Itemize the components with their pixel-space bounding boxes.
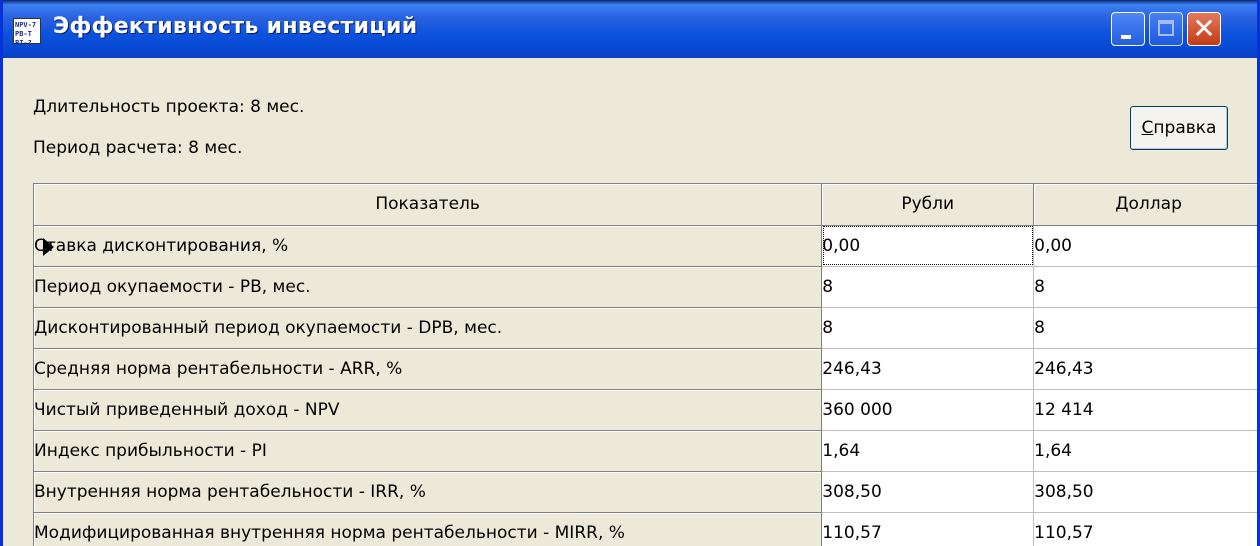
table-row[interactable]: Чистый приведенный доход - NPV 360 000 1… [34, 389, 1257, 431]
indicator-name: Средняя норма рентабельности - ARR, % [34, 358, 403, 379]
dollar-cell[interactable]: 8 [1033, 266, 1257, 308]
row-indicator-cell: Ставка дисконтирования, % [34, 225, 823, 267]
table-row[interactable]: Модифицированная внутренняя норма рентаб… [34, 512, 1257, 546]
project-duration-label: Длительность проекта: 8 мес. [33, 97, 305, 117]
dollar-cell[interactable]: 1,64 [1033, 430, 1257, 472]
close-button[interactable]: ✕ [1187, 12, 1221, 46]
column-header-indicator[interactable]: Показатель [34, 184, 823, 226]
dollar-cell[interactable]: 308,50 [1033, 471, 1257, 513]
maximize-button[interactable] [1149, 12, 1183, 46]
column-header-rubles[interactable]: Рубли [821, 184, 1035, 226]
table-row[interactable]: Ставка дисконтирования, % 0,00 0,00 [34, 225, 1257, 267]
dollar-cell[interactable]: 110,57 [1033, 512, 1257, 546]
row-indicator-cell: Модифицированная внутренняя норма рентаб… [34, 512, 823, 546]
rubles-cell[interactable]: 308,50 [821, 471, 1035, 513]
row-indicator-cell: Чистый приведенный доход - NPV [34, 389, 823, 431]
dollar-cell[interactable]: 0,00 [1033, 225, 1257, 267]
indicator-name: Индекс прибыльности - PI [34, 440, 267, 461]
row-indicator-cell: Средняя норма рентабельности - ARR, % [34, 348, 823, 390]
indicator-name: Дисконтированный период окупаемости - DP… [34, 317, 503, 338]
rubles-cell[interactable]: 0,00 [821, 225, 1035, 267]
investment-efficiency-window: NPV-7 PB-T PI-? Эффективность инвестиций ✕… [0, 0, 1260, 546]
row-indicator-cell: Дисконтированный период окупаемости - DP… [34, 307, 823, 349]
rubles-cell[interactable]: 246,43 [821, 348, 1035, 390]
current-row-arrow-icon [43, 237, 54, 256]
help-button[interactable]: Справка [1130, 106, 1228, 150]
rubles-cell[interactable]: 8 [821, 266, 1035, 308]
help-button-label: правка [1153, 118, 1217, 138]
table-row[interactable]: Средняя норма рентабельности - ARR, % 24… [34, 348, 1257, 390]
rubles-cell[interactable]: 110,57 [821, 512, 1035, 546]
table-row[interactable]: Внутренняя норма рентабельности - IRR, %… [34, 471, 1257, 513]
minimize-button[interactable] [1111, 12, 1145, 46]
rubles-cell[interactable]: 1,64 [821, 430, 1035, 472]
row-indicator-cell: Внутренняя норма рентабельности - IRR, % [34, 471, 823, 513]
calculation-period-label: Период расчета: 8 мес. [33, 138, 243, 158]
table-row[interactable]: Период окупаемости - PB, мес. 8 8 [34, 266, 1257, 308]
maximize-icon [1158, 20, 1174, 36]
header-row: Показатель Рубли Доллар [34, 184, 1257, 226]
indicators-table: Показатель Рубли Доллар Ставка дисконтир… [34, 184, 1257, 546]
indicators-grid[interactable]: Показатель Рубли Доллар Ставка дисконтир… [33, 183, 1257, 546]
close-icon: ✕ [1192, 12, 1216, 45]
rubles-cell[interactable]: 8 [821, 307, 1035, 349]
table-row[interactable]: Индекс прибыльности - PI 1,64 1,64 [34, 430, 1257, 472]
dollar-cell[interactable]: 12 414 [1033, 389, 1257, 431]
column-header-dollar[interactable]: Доллар [1033, 184, 1257, 226]
table-row[interactable]: Дисконтированный период окупаемости - DP… [34, 307, 1257, 349]
indicator-name: Модифицированная внутренняя норма рентаб… [34, 522, 625, 543]
title-bar[interactable]: NPV-7 PB-T PI-? Эффективность инвестиций ✕ [3, 0, 1257, 58]
indicator-name: Чистый приведенный доход - NPV [34, 399, 340, 420]
help-button-accel: С [1141, 118, 1154, 138]
indicator-name: Внутренняя норма рентабельности - IRR, % [34, 481, 426, 502]
dollar-cell[interactable]: 8 [1033, 307, 1257, 349]
indicator-name: Период окупаемости - PB, мес. [34, 276, 311, 297]
indicator-name: Ставка дисконтирования, % [34, 235, 289, 256]
row-indicator-cell: Период окупаемости - PB, мес. [34, 266, 823, 308]
rubles-cell[interactable]: 360 000 [821, 389, 1035, 431]
app-icon: NPV-7 PB-T PI-? [13, 18, 41, 44]
dollar-cell[interactable]: 246,43 [1033, 348, 1257, 390]
window-title: Эффективность инвестиций [53, 14, 418, 39]
minimize-icon [1121, 35, 1131, 39]
row-indicator-cell: Индекс прибыльности - PI [34, 430, 823, 472]
